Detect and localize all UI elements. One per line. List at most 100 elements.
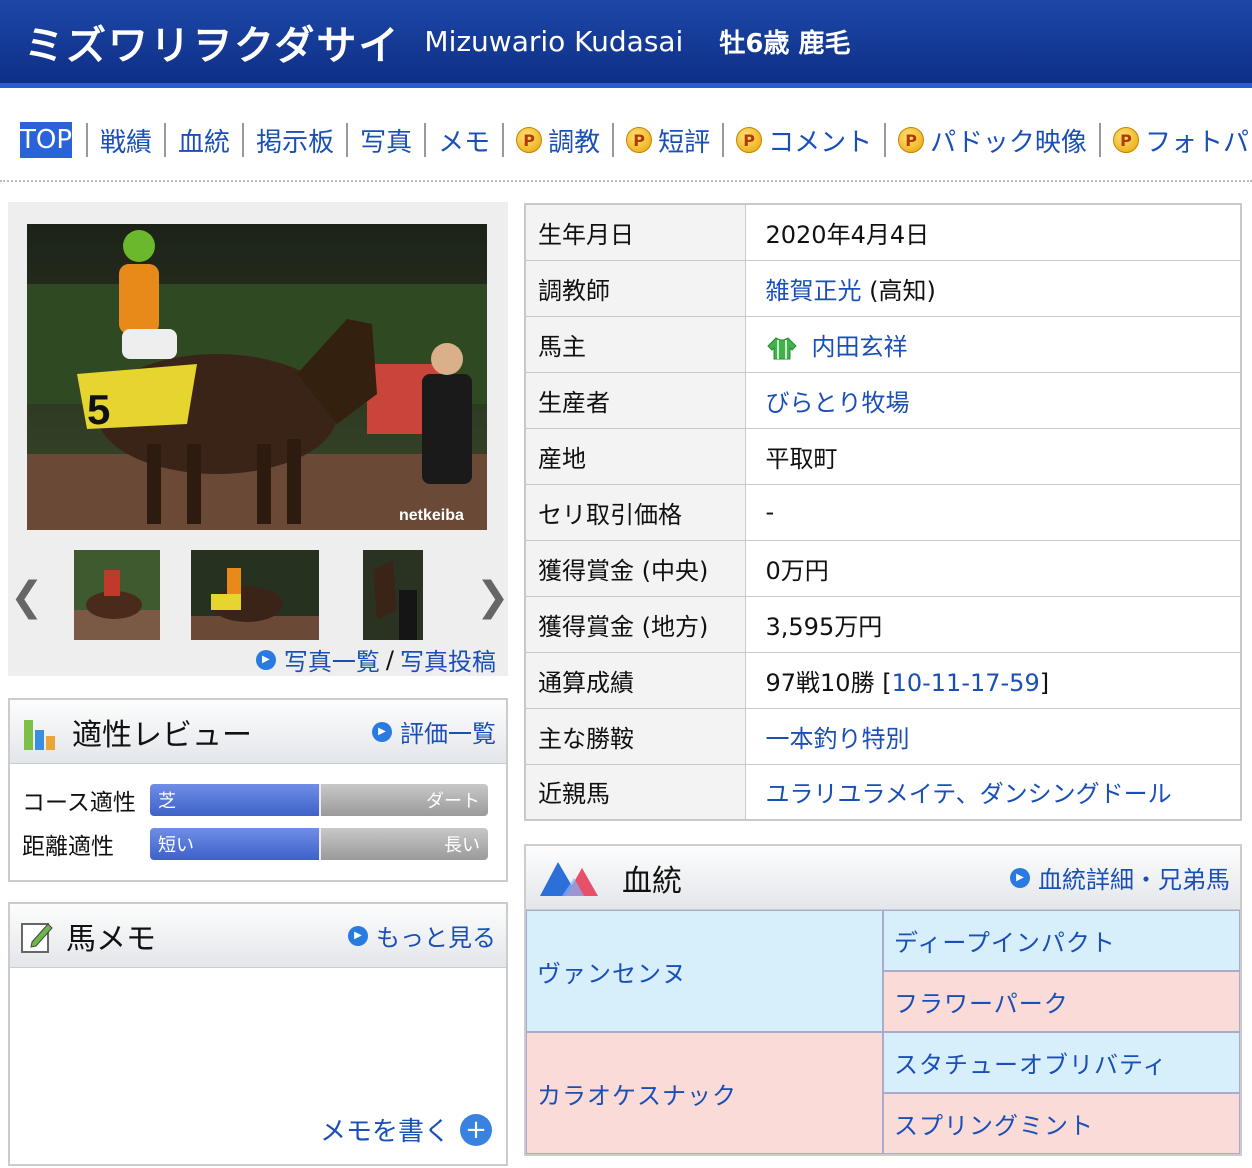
owner-label: 馬主 — [524, 315, 746, 373]
horse-meta: 牡6歳 鹿毛 — [719, 29, 851, 59]
distance-aptitude-label: 距離適性 — [22, 834, 114, 860]
origin-label: 産地 — [524, 427, 746, 485]
birth-label: 生年月日 — [524, 203, 746, 261]
tab-label: 血統 — [178, 127, 231, 158]
sire-cell[interactable]: ヴァンセンヌ — [526, 910, 883, 1032]
sire-dam-cell[interactable]: フラワーパーク — [883, 971, 1240, 1032]
aptitude-title: 適性レビュー — [72, 717, 252, 753]
pedigree-title: 血統 — [622, 863, 682, 899]
main-photo[interactable]: 5 netkeiba — [27, 224, 487, 530]
photo-post-link[interactable]: 写真投稿 — [400, 642, 496, 677]
wins-link[interactable]: 一本釣り特別 — [766, 725, 910, 753]
record-label: 通算成績 — [524, 651, 746, 709]
tab-label: 戦績 — [100, 127, 153, 158]
distance-aptitude-row: 距離適性 短い 長い — [10, 822, 506, 866]
tab-photos[interactable]: 写真 — [346, 123, 424, 158]
pedigree-box: 血統 ▶ 血統詳細・兄弟馬 ヴァンセンヌ ディープインパクト フラワーパーク カラ… — [524, 844, 1242, 1156]
arrow-circle-icon: ▶ — [348, 925, 368, 946]
pedigree-detail-link[interactable]: ▶ 血統詳細・兄弟馬 — [1010, 860, 1230, 895]
prize-local-value: 3,595万円 — [744, 595, 1242, 653]
photo-list-link[interactable]: 写真一覧 — [284, 642, 380, 677]
owner-link[interactable]: 内田玄祥 — [812, 333, 908, 361]
tab-training[interactable]: P 調教 — [502, 123, 612, 158]
record-cell: 97戦10勝 [10-11-17-59] — [744, 651, 1242, 709]
relatives-label: 近親馬 — [524, 763, 746, 821]
tab-board[interactable]: 掲示板 — [242, 123, 346, 158]
premium-icon: P — [1112, 127, 1139, 153]
short-label: 短い — [150, 828, 319, 860]
photo-thumbnail[interactable] — [363, 550, 423, 640]
tab-results[interactable]: 戦績 — [86, 123, 164, 158]
tab-label: メモ — [438, 127, 491, 158]
pedigree-detail-label: 血統詳細・兄弟馬 — [1038, 866, 1230, 894]
page-header: ミズワリヲクダサイ Mizuwario Kudasai 牡6歳 鹿毛 — [0, 0, 1252, 88]
dam-sire-cell[interactable]: スタチューオブリバティ — [883, 1032, 1240, 1093]
tab-top[interactable]: TOP — [20, 122, 73, 158]
table-row: 生年月日 2020年4月4日 — [524, 203, 1242, 261]
write-memo-button[interactable]: メモを書く + — [320, 1111, 492, 1148]
trainer-cell: 雑賀正光 (高知) — [744, 259, 1242, 317]
premium-icon: P — [898, 127, 925, 153]
dam-cell[interactable]: カラオケスナック — [526, 1032, 883, 1154]
horse-name-ja: ミズワリヲクダサイ — [24, 22, 401, 69]
write-memo-label: メモを書く — [319, 1117, 450, 1147]
course-aptitude-bar: 芝 ダート — [150, 784, 488, 816]
memo-title: 馬メモ — [66, 921, 156, 957]
table-row: 獲得賞金 (中央) 0万円 — [524, 539, 1242, 597]
table-row: 通算成績 97戦10勝 [10-11-17-59] — [524, 651, 1242, 709]
tab-label: フォトパ — [1144, 127, 1249, 158]
table-row: 生産者 びらとり牧場 — [524, 371, 1242, 429]
birth-value: 2020年4月4日 — [744, 203, 1242, 261]
tab-label: パドック映像 — [930, 127, 1087, 158]
relatives-link[interactable]: ユラリユラメイテ、ダンシングドール — [766, 780, 1172, 808]
dam-dam-cell[interactable]: スプリングミント — [883, 1093, 1240, 1154]
tab-photo-paddock[interactable]: P フォトパ — [1098, 123, 1252, 158]
breeder-link[interactable]: びらとり牧場 — [766, 389, 910, 417]
wins-cell: 一本釣り特別 — [744, 707, 1242, 765]
svg-text:5: 5 — [87, 386, 110, 433]
relatives-cell: ユラリユラメイテ、ダンシングドール — [744, 763, 1242, 821]
pedigree-logo-icon — [540, 861, 598, 896]
tab-label: 写真 — [360, 127, 413, 158]
chevron-left-icon[interactable]: ❮ — [10, 574, 44, 620]
owner-silks-icon — [766, 336, 797, 359]
table-row: セリ取引価格 - — [524, 483, 1242, 541]
turf-label: 芝 — [150, 784, 319, 816]
tab-short-review[interactable]: P 短評 — [612, 123, 722, 158]
rating-list-link[interactable]: ▶ 評価一覧 — [372, 714, 496, 749]
divider — [0, 180, 1252, 182]
see-more-link[interactable]: ▶ もっと見る — [348, 918, 496, 953]
tab-label: コメント — [768, 127, 873, 158]
tab-comment[interactable]: P コメント — [722, 123, 884, 158]
plus-icon: + — [460, 1113, 492, 1146]
table-row: 獲得賞金 (地方) 3,595万円 — [524, 595, 1242, 653]
breeder-cell: びらとり牧場 — [744, 371, 1242, 429]
dirt-label: ダート — [319, 784, 488, 816]
horse-profile-table: 生年月日 2020年4月4日 調教師 雑賀正光 (高知) 馬主 内田玄祥 生産者… — [524, 203, 1242, 821]
record-text: 97戦10勝 [ — [765, 668, 892, 697]
chevron-right-icon[interactable]: ❯ — [476, 574, 510, 620]
sire-sire-cell[interactable]: ディープインパクト — [883, 910, 1240, 971]
see-more-label: もっと見る — [376, 924, 496, 952]
photo-thumbnail[interactable] — [74, 550, 160, 640]
premium-icon: P — [736, 127, 763, 153]
record-link[interactable]: 10-11-17-59 — [892, 669, 1040, 697]
tab-label: 短評 — [658, 127, 711, 158]
table-row: 近親馬 ユラリユラメイテ、ダンシングドール — [524, 763, 1242, 821]
rating-list-label: 評価一覧 — [400, 720, 496, 748]
prize-local-label: 獲得賞金 (地方) — [524, 595, 746, 653]
origin-value: 平取町 — [744, 427, 1242, 485]
long-label: 長い — [319, 828, 488, 860]
trainer-link[interactable]: 雑賀正光 — [766, 277, 862, 305]
owner-cell: 内田玄祥 — [744, 315, 1242, 373]
photo-thumbnail[interactable] — [191, 550, 319, 640]
tab-paddock-video[interactable]: P パドック映像 — [884, 123, 1099, 158]
tab-label: 調教 — [548, 127, 601, 158]
tab-memo[interactable]: メモ — [424, 123, 502, 158]
memo-pencil-icon — [21, 922, 53, 953]
photo-links: ▶ 写真一覧 / 写真投稿 — [255, 642, 496, 677]
tab-pedigree[interactable]: 血統 — [164, 123, 242, 158]
course-aptitude-label: コース適性 — [22, 790, 136, 816]
record-close: ] — [1039, 668, 1050, 697]
auction-label: セリ取引価格 — [524, 483, 746, 541]
